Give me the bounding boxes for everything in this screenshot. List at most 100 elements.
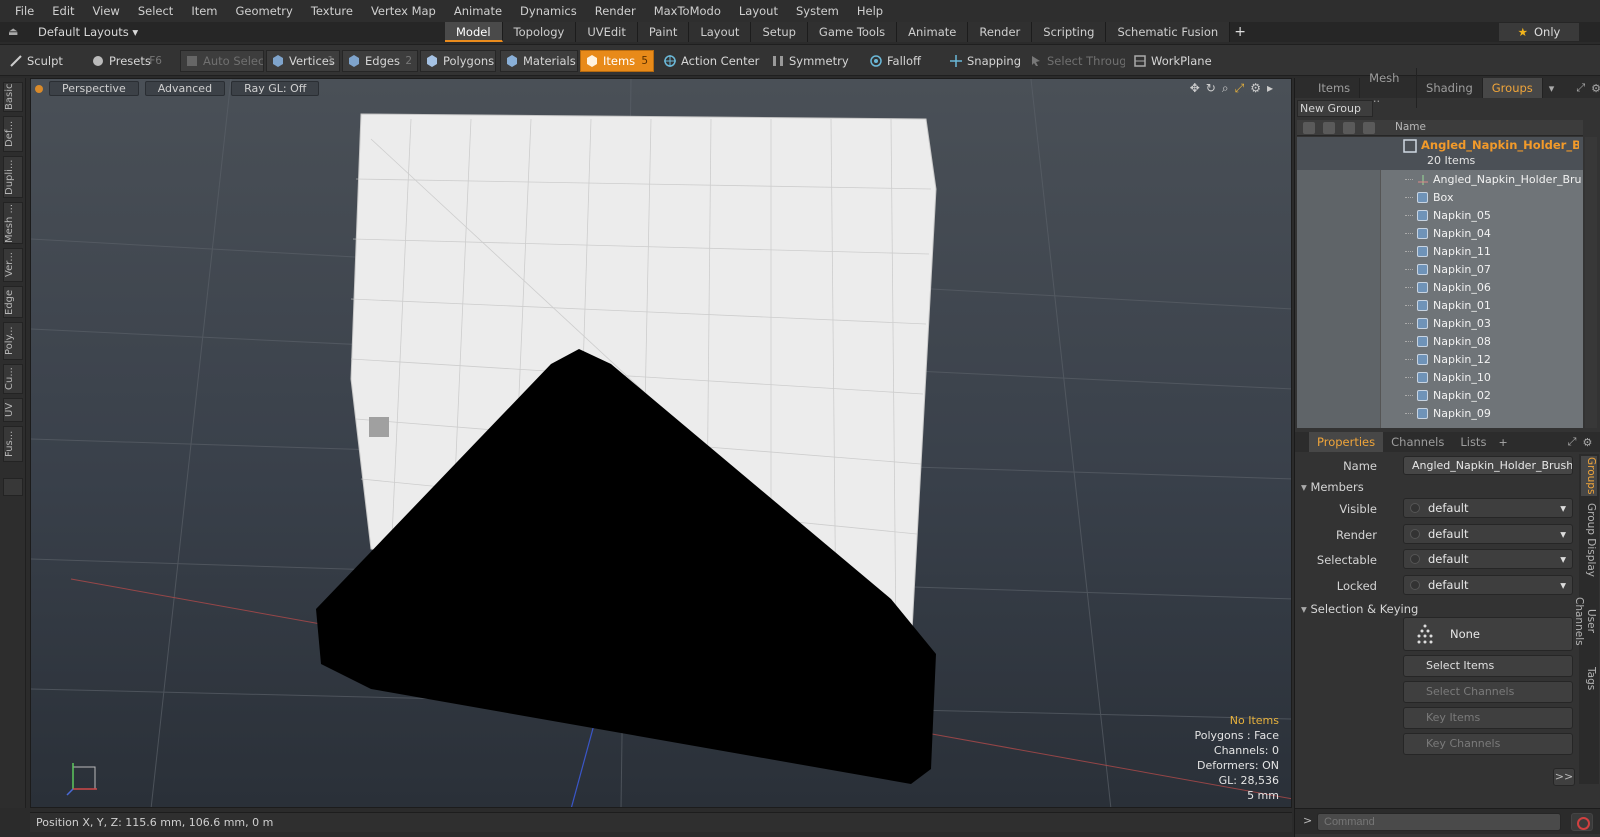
list-item[interactable]: Napkin_10 <box>1297 369 1583 387</box>
tab-render[interactable]: Render <box>968 22 1033 42</box>
select-channels-button[interactable]: Select Channels <box>1403 681 1573 703</box>
side-tab-groups[interactable]: Groups <box>1581 456 1597 496</box>
key-channels-button[interactable]: Key Channels <box>1403 733 1573 755</box>
list-item[interactable]: Napkin_02 <box>1297 387 1583 405</box>
auto-select-button[interactable]: Auto Select <box>180 50 264 72</box>
items-button[interactable]: Items 5 <box>580 50 654 72</box>
tab-setup[interactable]: Setup <box>751 22 808 42</box>
view-perspective-tab[interactable]: Perspective <box>49 81 139 96</box>
tab-schematic-fusion[interactable]: Schematic Fusion <box>1106 22 1231 42</box>
action-center-button[interactable]: Action Center <box>658 50 762 72</box>
record-macro-icon[interactable] <box>1571 813 1593 831</box>
key-items-button[interactable]: Key Items <box>1403 707 1573 729</box>
viewport-menu-dot[interactable] <box>35 85 43 93</box>
polygons-button[interactable]: Polygons <box>420 50 496 72</box>
workplane-button[interactable]: WorkPlane <box>1128 50 1214 72</box>
tab-model[interactable]: Model <box>445 22 503 42</box>
list-item[interactable]: Napkin_03 <box>1297 315 1583 333</box>
presets-button[interactable]: Presets F6 <box>86 50 168 72</box>
left-tab-curve[interactable]: Cu... <box>3 364 23 394</box>
properties-gear-icon[interactable]: ⚙ <box>1582 436 1592 449</box>
menu-item[interactable]: Item <box>182 0 226 22</box>
view-advanced-tab[interactable]: Advanced <box>144 81 226 96</box>
left-tab-fusion[interactable]: Fus... <box>3 426 23 462</box>
render-dropdown[interactable]: default <box>1403 524 1573 544</box>
layout-home-icon[interactable]: ⏏ <box>8 25 18 38</box>
vertices-button[interactable]: Vertices 1 <box>266 50 340 72</box>
rotate-icon[interactable]: ↻ <box>1206 81 1216 96</box>
expand-arrow-icon[interactable]: ▸ <box>1267 81 1273 96</box>
lock-icon[interactable] <box>1343 122 1355 134</box>
menu-select[interactable]: Select <box>129 0 182 22</box>
list-item[interactable]: Napkin_07 <box>1297 261 1583 279</box>
side-tab-user-channels[interactable]: User Channels <box>1573 584 1597 658</box>
add-tab-icon[interactable]: + <box>1498 436 1507 449</box>
tab-scripting[interactable]: Scripting <box>1032 22 1107 42</box>
pan-icon[interactable]: ✥ <box>1190 81 1200 96</box>
members-section[interactable]: Members <box>1301 480 1363 494</box>
menu-file[interactable]: File <box>6 0 43 22</box>
tab-uvedit[interactable]: UVEdit <box>576 22 638 42</box>
menu-vertex-map[interactable]: Vertex Map <box>362 0 445 22</box>
tab-items[interactable]: Items <box>1309 78 1361 98</box>
list-item[interactable]: Napkin_08 <box>1297 333 1583 351</box>
menu-layout[interactable]: Layout <box>730 0 787 22</box>
tab-topology[interactable]: Topology <box>502 22 577 42</box>
left-tab-mesh[interactable]: Mesh ... <box>3 202 23 244</box>
list-item[interactable]: Box <box>1297 189 1583 207</box>
tab-groups[interactable]: Groups <box>1482 78 1543 98</box>
side-tab-group-display[interactable]: Group Display <box>1581 502 1597 578</box>
tab-shading[interactable]: Shading <box>1417 78 1483 98</box>
fit-icon[interactable]: ⤢ <box>1235 81 1245 96</box>
more-button[interactable]: >> <box>1553 768 1575 786</box>
menu-texture[interactable]: Texture <box>302 0 362 22</box>
group-list-scrollbar[interactable] <box>1585 137 1597 428</box>
layout-selector[interactable]: Default Layouts ▾ <box>38 25 138 39</box>
menu-edit[interactable]: Edit <box>43 0 83 22</box>
panel-expand-icon[interactable]: ⤢ <box>1576 81 1585 95</box>
menu-animate[interactable]: Animate <box>445 0 511 22</box>
left-tab-vertex[interactable]: Ver... <box>3 248 23 282</box>
list-item[interactable]: Napkin_04 <box>1297 225 1583 243</box>
list-item[interactable]: Napkin_09 <box>1297 405 1583 423</box>
visible-dropdown[interactable]: default <box>1403 498 1573 518</box>
menu-view[interactable]: View <box>84 0 129 22</box>
list-item[interactable]: Napkin_11 <box>1297 243 1583 261</box>
list-item[interactable]: Napkin_01 <box>1297 297 1583 315</box>
selectable-icon[interactable] <box>1363 122 1375 134</box>
edges-button[interactable]: Edges 2 <box>342 50 418 72</box>
left-tab-duplicate[interactable]: Dupli... <box>3 156 23 198</box>
snapping-button[interactable]: Snapping <box>944 50 1024 72</box>
add-tab-icon[interactable]: + <box>1230 22 1250 42</box>
selection-keying-section[interactable]: Selection & Keying <box>1301 602 1418 616</box>
left-tab-deform[interactable]: Def... <box>3 116 23 152</box>
menu-help[interactable]: Help <box>848 0 892 22</box>
properties-expand-icon[interactable]: ⤢ <box>1568 435 1577 449</box>
tabs-dropdown-icon[interactable]: ▾ <box>1549 82 1555 95</box>
list-item[interactable]: Napkin_06 <box>1297 279 1583 297</box>
settings-gear-icon[interactable]: ⚙ <box>1250 81 1261 96</box>
symmetry-button[interactable]: Symmetry <box>766 50 850 72</box>
render-icon[interactable] <box>1323 122 1335 134</box>
left-tab-uv[interactable]: UV <box>3 398 23 422</box>
menu-system[interactable]: System <box>787 0 848 22</box>
list-item[interactable]: Napkin_12 <box>1297 351 1583 369</box>
menu-render[interactable]: Render <box>586 0 645 22</box>
none-button[interactable]: None <box>1403 617 1573 651</box>
tab-layout[interactable]: Layout <box>689 22 752 42</box>
select-items-button[interactable]: Select Items <box>1403 655 1573 677</box>
locked-dropdown[interactable]: default <box>1403 575 1573 595</box>
tab-paint[interactable]: Paint <box>637 22 690 42</box>
menu-geometry[interactable]: Geometry <box>227 0 302 22</box>
view-raygl-tab[interactable]: Ray GL: Off <box>231 81 320 96</box>
eye-icon[interactable] <box>1303 122 1315 134</box>
menu-dynamics[interactable]: Dynamics <box>511 0 586 22</box>
list-item[interactable]: Angled_Napkin_Holder_Brus... <box>1297 171 1583 189</box>
command-input[interactable] <box>1317 813 1561 831</box>
left-tab-basic[interactable]: Basic <box>3 82 23 112</box>
left-tab-edge[interactable]: Edge <box>3 286 23 318</box>
tab-game-tools[interactable]: Game Tools <box>807 22 898 42</box>
group-row[interactable]: Angled_Napkin_Holder_Br... 20 Items <box>1297 137 1583 170</box>
panel-gear-icon[interactable]: ⚙ <box>1591 82 1600 95</box>
tab-lists[interactable]: Lists <box>1452 432 1494 452</box>
